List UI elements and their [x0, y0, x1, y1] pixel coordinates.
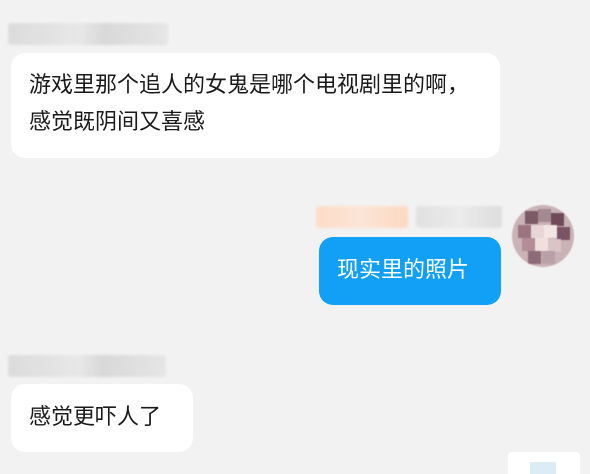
message-bubble-incoming[interactable]: 感觉更吓人了	[11, 384, 193, 452]
message-text: 现实里的照片	[337, 258, 470, 283]
corner-icon-square	[530, 462, 556, 474]
avatar-icon[interactable]	[512, 205, 574, 267]
message-text: 游戏里那个追人的女鬼是哪个电视剧里的啊，感觉既阴间又喜感	[29, 73, 470, 135]
message-bubble-outgoing[interactable]: 现实里的照片	[319, 237, 501, 305]
sender-name-redacted	[8, 355, 166, 377]
sender-title-redacted	[416, 206, 502, 228]
corner-icon[interactable]	[508, 452, 580, 474]
message-bubble-incoming[interactable]: 游戏里那个追人的女鬼是哪个电视剧里的啊，感觉既阴间又喜感	[11, 53, 500, 158]
message-text: 感觉更吓人了	[29, 405, 162, 430]
sender-name-redacted	[8, 23, 168, 45]
sender-name-redacted	[316, 206, 408, 228]
